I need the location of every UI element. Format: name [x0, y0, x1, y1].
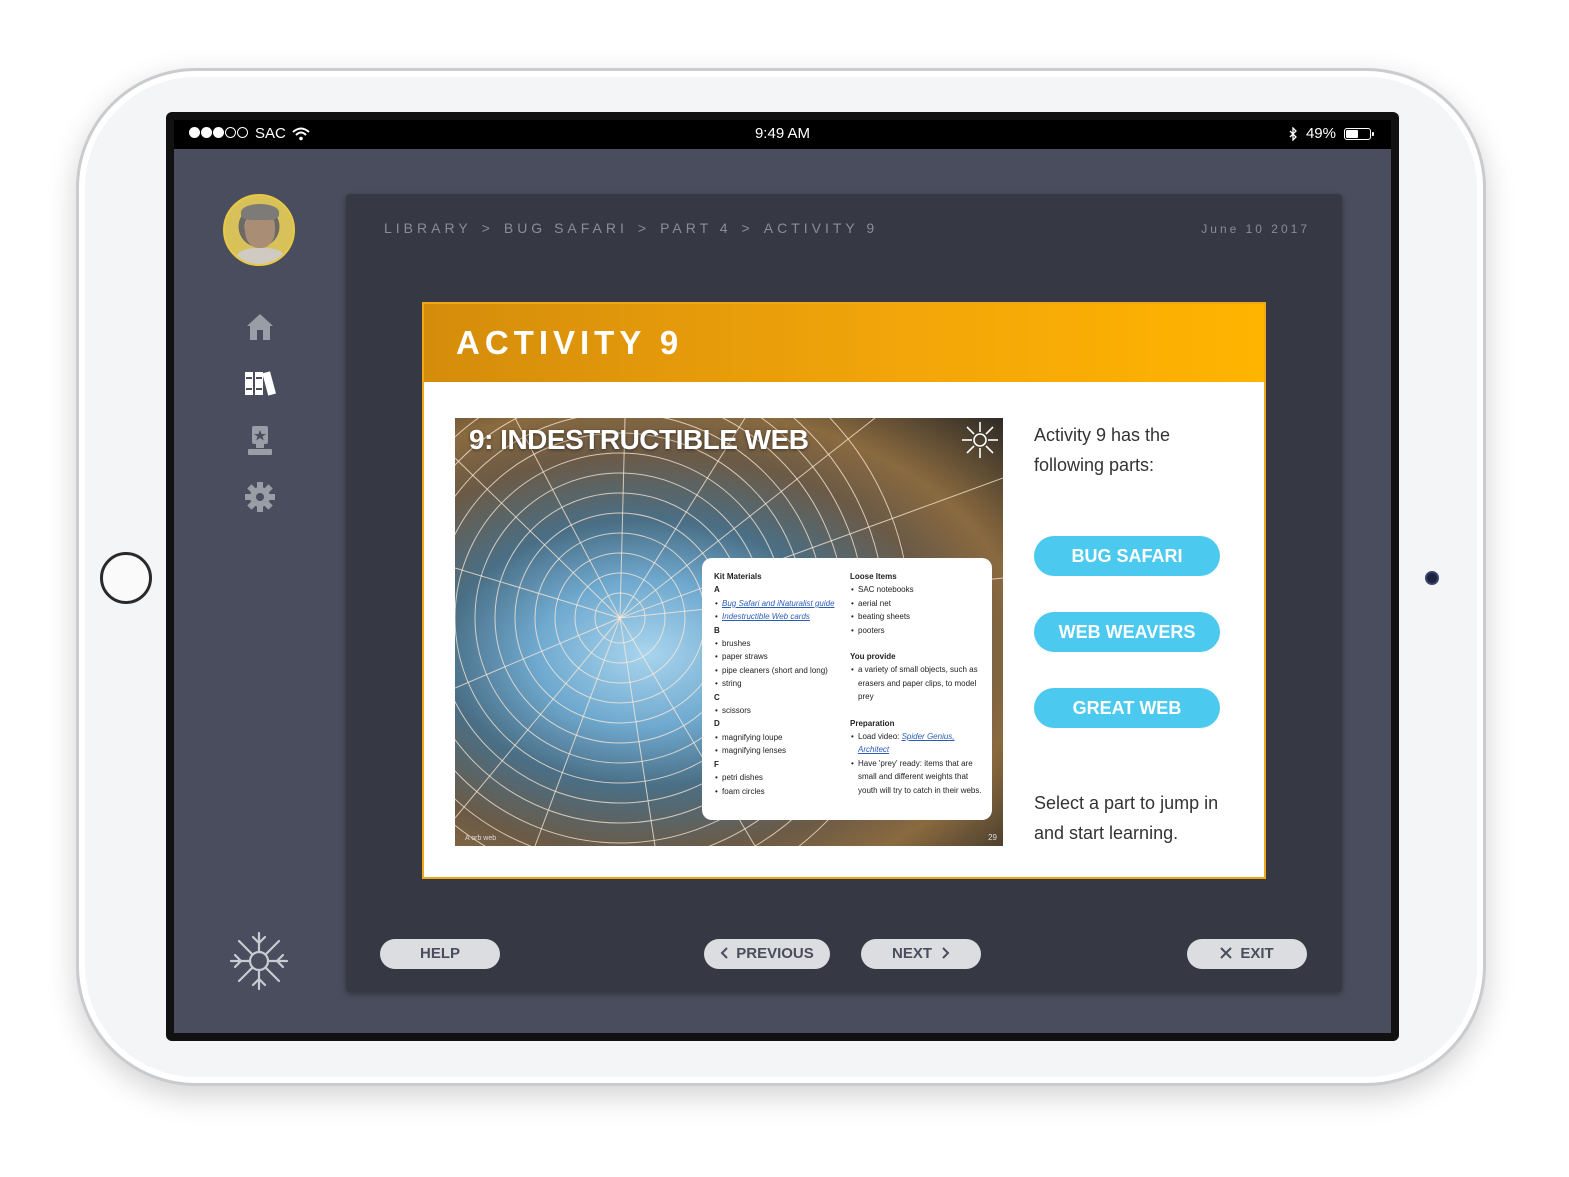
- list-item[interactable]: Indestructible Web cards: [714, 610, 849, 624]
- battery-percent: 49%: [1305, 125, 1336, 142]
- breadcrumb-separator: >: [481, 220, 494, 236]
- list-item: foam circles: [714, 785, 849, 799]
- activity-header: ACTIVITY 9: [424, 304, 1264, 382]
- breadcrumb: LIBRARY > BUG SAFARI > PART 4 > ACTIVITY 9: [384, 220, 888, 236]
- activity-panel: ACTIVITY 9 9: INDESTRUCTIBLE WEB Kit Mat…: [422, 302, 1266, 879]
- home-icon[interactable]: [244, 311, 276, 343]
- gear-icon[interactable]: [244, 481, 276, 513]
- previous-button[interactable]: PREVIOUS: [704, 939, 830, 969]
- help-label: HELP: [419, 945, 460, 962]
- list-item: paper straws: [714, 650, 849, 664]
- exit-label: EXIT: [1240, 945, 1274, 962]
- kit-group-label: B: [714, 625, 720, 635]
- library-icon[interactable]: [244, 367, 276, 399]
- loose-heading: Loose Items: [850, 572, 897, 581]
- kit-group-label: D: [714, 719, 720, 729]
- part-great-web-button[interactable]: GREAT WEB: [1034, 688, 1220, 728]
- kit-heading: Kit Materials: [714, 572, 762, 581]
- avatar[interactable]: [223, 194, 295, 266]
- breadcrumb-separator: >: [637, 220, 651, 236]
- kit-group-label: C: [714, 692, 720, 702]
- list-item: Have 'prey' ready: items that are small …: [850, 757, 982, 797]
- list-item: beating sheets: [850, 610, 982, 624]
- guide-link[interactable]: Bug Safari and iNaturalist guide: [722, 599, 835, 608]
- award-icon[interactable]: [244, 424, 276, 456]
- activity-image: 9: INDESTRUCTIBLE WEB Kit Materials A Bu…: [455, 418, 1003, 846]
- next-label: NEXT: [891, 945, 932, 962]
- prep-video-prefix: Load video:: [858, 732, 902, 742]
- list-item: brushes: [714, 637, 849, 651]
- list-item: SAC notebooks: [850, 583, 982, 597]
- list-item: pipe cleaners (short and long): [714, 664, 849, 678]
- kit-group-label: A: [714, 585, 720, 595]
- screen: SAC 9:49 AM 49% LIBRARY > BUG SAFARI > P…: [166, 112, 1399, 1041]
- previous-label: PREVIOUS: [736, 945, 814, 962]
- list-item: pooters: [850, 624, 982, 638]
- activity-title: ACTIVITY 9: [456, 324, 684, 361]
- date-label: June 10 2017: [1201, 222, 1310, 236]
- list-item: aerial net: [850, 597, 982, 611]
- chevron-left-icon: [720, 947, 728, 959]
- list-item: string: [714, 677, 849, 691]
- app-area: SAC 9:49 AM 49% LIBRARY > BUG SAFARI > P…: [174, 120, 1391, 1033]
- prep-heading: Preparation: [850, 718, 895, 728]
- breadcrumb-separator: >: [741, 220, 754, 236]
- snowflake-logo-icon: [229, 931, 289, 991]
- status-bar: SAC 9:49 AM 49%: [174, 120, 1391, 149]
- list-item[interactable]: Bug Safari and iNaturalist guide: [714, 597, 849, 611]
- chevron-right-icon: [942, 947, 950, 959]
- list-item: magnifying loupe: [714, 731, 849, 745]
- list-item: petri dishes: [714, 771, 849, 785]
- breadcrumb-bug-safari[interactable]: BUG SAFARI: [504, 220, 628, 236]
- activity-intro: Activity 9 has the following parts:: [1034, 425, 1171, 475]
- clock: 9:49 AM: [754, 125, 811, 142]
- exit-button[interactable]: EXIT: [1187, 939, 1307, 969]
- content-card: LIBRARY > BUG SAFARI > PART 4 > ACTIVITY 9 Jun…: [346, 194, 1342, 992]
- breadcrumb-part[interactable]: PART 4: [660, 220, 731, 236]
- list-item: Load video: Spider Genius, Architect: [850, 730, 982, 757]
- image-page-number: 29: [988, 833, 997, 842]
- next-button[interactable]: NEXT: [861, 939, 981, 969]
- kit-materials-column: Kit Materials A Bug Safari and iNaturali…: [714, 570, 849, 798]
- sidebar: [174, 149, 339, 1033]
- help-button[interactable]: HELP: [380, 939, 500, 969]
- list-item: magnifying lenses: [714, 744, 849, 758]
- battery-fill: [1346, 129, 1359, 138]
- list-item: scissors: [714, 704, 849, 718]
- breadcrumb-library[interactable]: LIBRARY: [384, 220, 472, 236]
- breadcrumb-activity: ACTIVITY 9: [763, 220, 879, 236]
- close-icon: [1220, 947, 1233, 959]
- part-bug-safari-button[interactable]: BUG SAFARI: [1034, 536, 1220, 576]
- camera: [1425, 571, 1439, 585]
- loose-items-column: Loose Items SAC notebooks aerial net bea…: [850, 570, 982, 797]
- image-credit: A orb web: [465, 835, 497, 842]
- bluetooth-icon: [1289, 126, 1297, 141]
- activity-outro: Select a part to jump in and start learn…: [1034, 793, 1219, 843]
- battery-area: 49%: [1289, 125, 1374, 142]
- part-web-weavers-button[interactable]: WEB WEAVERS: [1034, 612, 1220, 652]
- home-hardware-button[interactable]: [100, 552, 152, 604]
- battery-icon: [1344, 127, 1374, 140]
- snowflake-icon: [962, 422, 998, 458]
- list-item: a variety of small objects, such as eras…: [850, 663, 982, 703]
- provide-heading: You provide: [850, 652, 896, 662]
- kit-group-label: F: [714, 759, 719, 769]
- cards-link[interactable]: Indestructible Web cards: [722, 612, 810, 621]
- materials-list: Kit Materials A Bug Safari and iNaturali…: [702, 558, 992, 820]
- image-title: 9: INDESTRUCTIBLE WEB: [469, 424, 809, 455]
